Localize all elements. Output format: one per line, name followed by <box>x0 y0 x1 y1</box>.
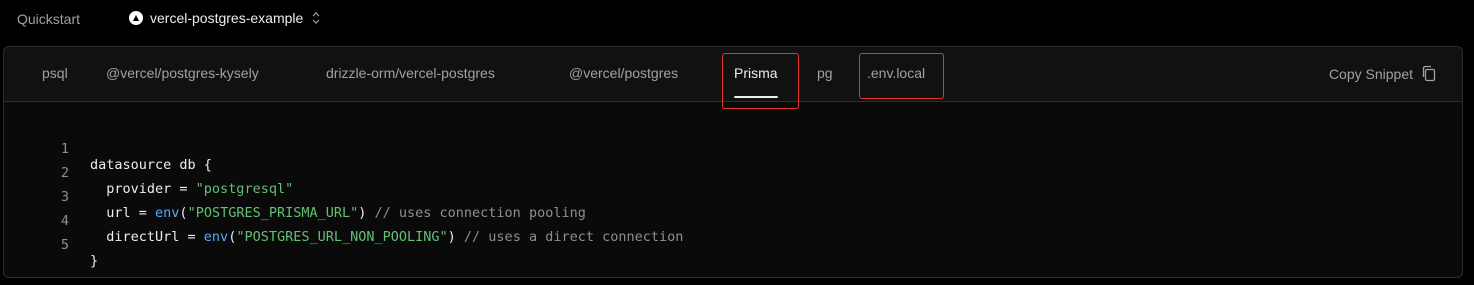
code-text: provider = "postgresql" <box>90 181 294 197</box>
code-line: 4 directUrl = env("POSTGRES_URL_NON_POOL… <box>4 197 684 245</box>
copy-icon <box>1422 65 1436 82</box>
code-text: } <box>90 253 99 269</box>
tab-pg[interactable]: pg <box>817 65 833 81</box>
tab-prisma[interactable]: Prisma <box>734 65 778 98</box>
tab-drizzle-orm[interactable]: drizzle-orm/vercel-postgres <box>326 65 495 81</box>
project-selector[interactable]: vercel-postgres-example <box>129 10 321 26</box>
project-name: vercel-postgres-example <box>150 10 304 26</box>
line-number: 5 <box>60 237 69 253</box>
code-line: 1 datasource db { <box>4 125 212 173</box>
code-text: url = env("POSTGRES_PRISMA_URL") // uses… <box>90 205 586 221</box>
code-line: 5 } <box>4 221 98 269</box>
code-text: datasource db { <box>90 157 212 173</box>
copy-snippet-label: Copy Snippet <box>1328 65 1413 82</box>
tab-vercel-postgres[interactable]: @vercel/postgres <box>569 65 678 81</box>
code-text: directUrl = env("POSTGRES_URL_NON_POOLIN… <box>90 229 684 245</box>
quickstart-label: Quickstart <box>17 11 81 27</box>
quickstart-header: Quickstart vercel-postgres-example <box>0 0 1474 40</box>
tab-bar: psql @vercel/postgres-kysely drizzle-orm… <box>4 47 1462 109</box>
copy-snippet-button[interactable]: Copy Snippet <box>1329 65 1437 82</box>
tab-env-local[interactable]: .env.local <box>867 65 925 81</box>
tab-vercel-postgres-kysely[interactable]: @vercel/postgres-kysely <box>106 65 259 81</box>
chevron-up-down-icon <box>312 12 320 24</box>
code-line: 2 provider = "postgresql" <box>4 149 293 197</box>
code-snippet-panel: psql @vercel/postgres-kysely drizzle-orm… <box>3 46 1463 278</box>
highlight-box-prisma <box>722 53 799 109</box>
vercel-logo-icon <box>129 11 143 25</box>
code-line: 3 url = env("POSTGRES_PRISMA_URL") // us… <box>4 173 586 221</box>
tab-psql[interactable]: psql <box>42 65 68 81</box>
